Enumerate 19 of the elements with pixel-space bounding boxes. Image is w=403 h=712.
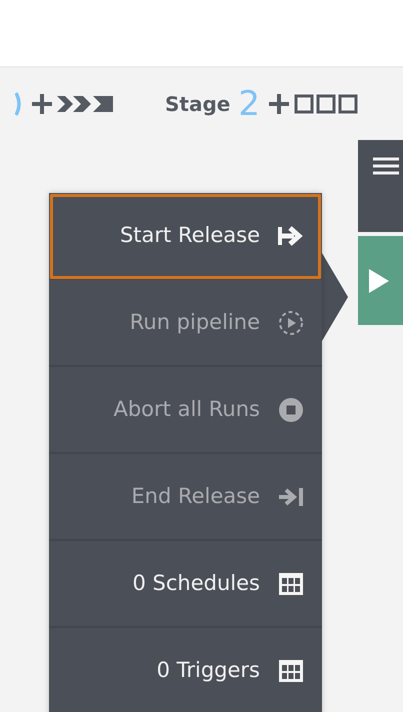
grid-icon bbox=[278, 658, 304, 682]
plus-icon[interactable] bbox=[268, 93, 290, 115]
menu-item[interactable]: 0 Triggers bbox=[49, 628, 322, 712]
grid-icon bbox=[278, 572, 304, 596]
cut-digit-icon bbox=[15, 91, 23, 117]
menu-icon bbox=[372, 156, 398, 176]
squares-icon[interactable] bbox=[294, 93, 358, 115]
plus-icon[interactable] bbox=[31, 93, 53, 115]
stage-label: Stage bbox=[165, 91, 230, 118]
stop-circle-icon bbox=[278, 396, 304, 422]
play-button[interactable] bbox=[358, 236, 403, 325]
play-icon bbox=[368, 268, 388, 292]
menu-item[interactable]: Start Release bbox=[49, 193, 322, 280]
play-circle-icon bbox=[278, 310, 304, 336]
menu-button[interactable] bbox=[358, 140, 403, 232]
arrow-from-bar-icon bbox=[278, 224, 304, 248]
chevrons-icon[interactable] bbox=[57, 93, 115, 115]
menu-item[interactable]: 0 Schedules bbox=[49, 541, 322, 628]
stage-number: 2 bbox=[238, 87, 260, 121]
